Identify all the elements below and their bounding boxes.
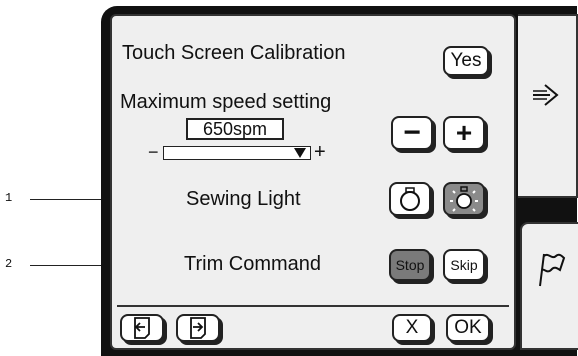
tab-flag[interactable]: [520, 222, 578, 350]
flag-icon: [534, 250, 566, 288]
callout-2: 2: [5, 257, 13, 271]
calibration-yes-button[interactable]: Yes: [443, 46, 489, 76]
speed-decrease-button[interactable]: −: [391, 116, 433, 150]
trim-command-label: Trim Command: [184, 253, 322, 275]
light-off-icon: [399, 186, 421, 212]
speed-increase-button[interactable]: +: [443, 116, 485, 150]
arrow-right-icon: [530, 82, 560, 108]
page-forward-icon: [187, 316, 209, 340]
page-back-button[interactable]: [120, 314, 164, 342]
light-on-icon: [449, 185, 479, 213]
ok-button[interactable]: OK: [446, 314, 490, 342]
page-forward-button[interactable]: [176, 314, 220, 342]
speed-value-display: 650spm: [186, 118, 284, 140]
speed-max-sign: +: [314, 141, 326, 163]
light-on-button[interactable]: [443, 182, 485, 216]
speed-slider[interactable]: [163, 146, 311, 160]
page-back-icon: [131, 316, 153, 340]
callout-1: 1: [5, 191, 13, 205]
trim-skip-button[interactable]: Skip: [443, 249, 485, 281]
footer-divider: [117, 305, 509, 307]
sewing-light-label: Sewing Light: [186, 188, 301, 210]
cancel-button[interactable]: X: [392, 314, 432, 342]
tab-next-screen[interactable]: [518, 14, 578, 198]
slider-thumb-icon[interactable]: [294, 148, 306, 158]
light-off-button[interactable]: [389, 182, 431, 216]
trim-stop-button[interactable]: Stop: [389, 249, 431, 281]
speed-min-sign: −: [148, 142, 159, 162]
calibration-label: Touch Screen Calibration: [122, 42, 346, 64]
max-speed-label: Maximum speed setting: [120, 91, 332, 113]
